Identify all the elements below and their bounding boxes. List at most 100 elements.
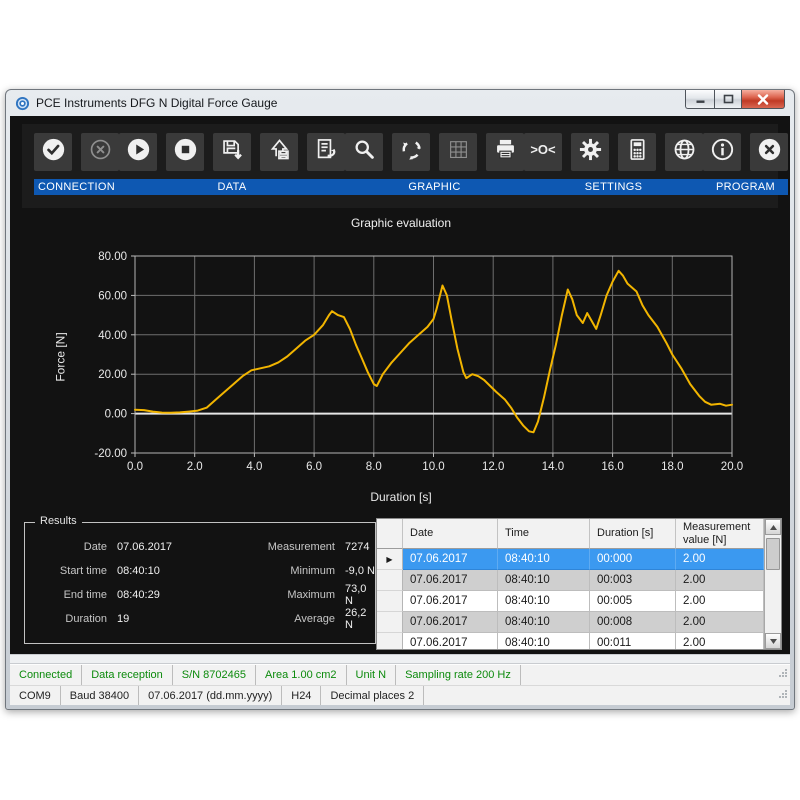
close-button[interactable] (742, 90, 785, 109)
toolbar-group-label: CONNECTION (34, 179, 119, 195)
column-header[interactable]: Date (403, 519, 498, 549)
table-row[interactable]: 07.06.201708:40:1000:0112.00 (377, 633, 764, 649)
status-bar-device: ConnectedData receptionS/N 8702465Area 1… (10, 664, 790, 685)
bottom-spacer-strip (10, 654, 790, 664)
close-icon (757, 94, 769, 105)
calculator-icon (624, 136, 651, 168)
results-panel: Results Date07.06.2017Measurement7274Sta… (24, 522, 376, 644)
toolbar-device-settings-button[interactable] (571, 133, 609, 171)
column-header[interactable]: Measurement value [N] (676, 519, 764, 549)
toolbar-save-data-button[interactable] (213, 133, 251, 171)
toolbar-disconnect-button[interactable] (81, 133, 119, 171)
toolbar-zoom-graphic-button[interactable] (345, 133, 383, 171)
table-cell[interactable]: 08:40:10 (498, 570, 590, 591)
titlebar[interactable]: PCE Instruments DFG N Digital Force Gaug… (6, 90, 794, 116)
svg-text:18.0: 18.0 (661, 461, 683, 473)
table-row[interactable]: ▶07.06.201708:40:1000:0002.00 (377, 549, 764, 570)
table-cell[interactable]: 2.00 (676, 570, 764, 591)
row-selector-cell[interactable] (377, 633, 403, 649)
table-cell[interactable]: 2.00 (676, 633, 764, 649)
result-label: Average (235, 613, 345, 625)
table-cell[interactable]: 2.00 (676, 549, 764, 570)
table-row[interactable]: 07.06.201708:40:1000:0032.00 (377, 570, 764, 591)
table-cell[interactable]: 08:40:10 (498, 549, 590, 570)
toolbar-export-report-button[interactable] (307, 133, 345, 171)
table-scrollbar[interactable] (764, 519, 781, 649)
minimize-button[interactable] (685, 90, 714, 109)
toolbar-group-label: GRAPHIC (345, 179, 524, 195)
scrollbar-thumb[interactable] (766, 538, 780, 570)
toolbar-exit-program-button[interactable] (750, 133, 788, 171)
row-selector-cell[interactable] (377, 570, 403, 591)
maximize-icon (723, 94, 734, 104)
table-cell[interactable]: 07.06.2017 (403, 612, 498, 633)
table-cell[interactable]: 08:40:10 (498, 633, 590, 649)
table-row[interactable]: 07.06.201708:40:1000:0052.00 (377, 591, 764, 612)
status-item: Decimal places 2 (321, 686, 424, 705)
table-row[interactable]: 07.06.201708:40:1000:0082.00 (377, 612, 764, 633)
scrollbar-down-button[interactable] (765, 633, 781, 649)
toolbar-connect-button[interactable] (34, 133, 72, 171)
status-item: Connected (10, 665, 82, 685)
resize-grip-icon (779, 685, 788, 703)
result-value: 08:40:10 (117, 565, 235, 577)
toolbar-group-connection: CONNECTION (34, 133, 119, 201)
row-selector-marker-icon[interactable]: ▶ (377, 549, 403, 570)
table-cell[interactable]: 08:40:10 (498, 591, 590, 612)
table-cell[interactable]: 07.06.2017 (403, 549, 498, 570)
toolbar-language-settings-button[interactable] (665, 133, 703, 171)
toolbar-calculation-settings-button[interactable] (618, 133, 656, 171)
tolerance-icon: >O< (526, 136, 560, 168)
table-cell[interactable]: 07.06.2017 (403, 570, 498, 591)
toolbar-tolerance-settings-button[interactable]: >O< (524, 133, 562, 171)
arrow-up-icon (770, 525, 777, 530)
results-row: End time08:40:29Maximum73,0 N (25, 583, 375, 607)
table-cell[interactable]: 08:40:10 (498, 612, 590, 633)
info-circle-icon (709, 136, 736, 168)
toolbar-print-graphic-button[interactable] (486, 133, 524, 171)
table-cell[interactable]: 07.06.2017 (403, 591, 498, 612)
globe-icon (671, 136, 698, 168)
toolbar-program-info-button[interactable] (703, 133, 741, 171)
table-cell[interactable]: 00:011 (590, 633, 676, 649)
toolbar-start-measurement-button[interactable] (119, 133, 157, 171)
svg-text:0.00: 0.00 (105, 409, 127, 421)
column-header[interactable]: Duration [s] (590, 519, 676, 549)
svg-text:12.0: 12.0 (482, 461, 504, 473)
svg-text:20.0: 20.0 (721, 461, 743, 473)
resize-grip-icon (779, 664, 788, 682)
toolbar-toggle-grid-button[interactable] (439, 133, 477, 171)
toolbar-load-device-data-button[interactable] (260, 133, 298, 171)
status-item: COM9 (10, 686, 61, 705)
table-cell[interactable]: 00:003 (590, 570, 676, 591)
svg-text:80.00: 80.00 (98, 251, 127, 263)
play-circle-icon (125, 136, 152, 168)
maximize-button[interactable] (714, 90, 742, 109)
table-cell[interactable]: 2.00 (676, 591, 764, 612)
force-chart[interactable]: 0.02.04.06.08.010.012.014.016.018.020.08… (22, 210, 780, 512)
table-cell[interactable]: 2.00 (676, 612, 764, 633)
status-item: S/N 8702465 (173, 665, 256, 685)
measurement-table[interactable]: DateTimeDuration [s]Measurement value [N… (376, 518, 782, 650)
table-cell[interactable]: 00:000 (590, 549, 676, 570)
x-circle-outline-icon (88, 137, 113, 167)
status-item: Baud 38400 (61, 686, 139, 705)
result-label: Date (25, 541, 117, 553)
table-cell[interactable]: 00:008 (590, 612, 676, 633)
result-value: -9,0 N (345, 565, 375, 577)
table-cell[interactable]: 00:005 (590, 591, 676, 612)
toolbar-stop-measurement-button[interactable] (166, 133, 204, 171)
svg-text:>O<: >O< (530, 142, 556, 157)
column-header[interactable]: Time (498, 519, 590, 549)
results-row: Duration19Average26,2 N (25, 607, 375, 631)
result-value: 26,2 N (345, 607, 375, 631)
table-cell[interactable]: 07.06.2017 (403, 633, 498, 649)
svg-text:40.00: 40.00 (98, 330, 127, 342)
chart-panel: 0.02.04.06.08.010.012.014.016.018.020.08… (22, 210, 780, 512)
row-selector-cell[interactable] (377, 591, 403, 612)
result-label: Duration (25, 613, 117, 625)
scrollbar-up-button[interactable] (765, 519, 781, 535)
app-icon (15, 96, 30, 111)
row-selector-cell[interactable] (377, 612, 403, 633)
toolbar-refresh-graphic-button[interactable] (392, 133, 430, 171)
